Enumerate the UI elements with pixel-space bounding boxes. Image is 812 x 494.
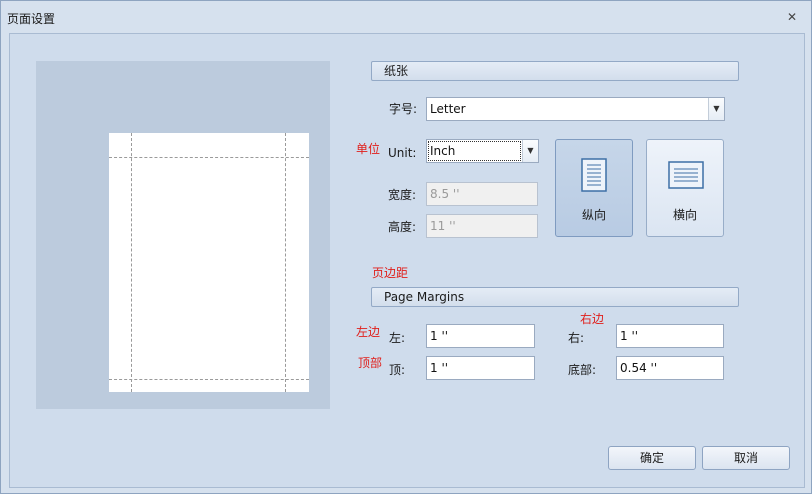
landscape-label: 横向 (672, 208, 697, 222)
unit-annotation: 单位 (356, 142, 381, 156)
cancel-button[interactable]: 取消 (702, 446, 790, 470)
size-label: 字号: (389, 102, 418, 116)
paper-section-header: 纸张 (371, 61, 739, 81)
page-preview-area (36, 61, 330, 409)
right-label: 右: (568, 331, 585, 345)
unit-label: Unit: (388, 146, 417, 160)
paper-preview (109, 133, 309, 392)
width-label: 宽度: (388, 188, 417, 202)
chevron-down-icon[interactable]: ▼ (522, 140, 538, 162)
title-bar: 页面设置 ✕ (1, 1, 811, 33)
bottom-margin-input[interactable]: 0.54 '' (616, 356, 724, 380)
bottom-label: 底部: (568, 363, 597, 377)
left-label: 左: (389, 331, 406, 345)
page-setup-dialog: 页面设置 ✕ 纸张 字号: Letter ▼ 单位 Unit: Inch ▼ 宽… (0, 0, 812, 494)
paper-size-select[interactable]: Letter ▼ (426, 97, 725, 121)
portrait-icon (581, 158, 607, 192)
top-margin-input[interactable]: 1 '' (426, 356, 535, 380)
close-icon[interactable]: ✕ (785, 10, 799, 24)
left-margin-guide (131, 133, 132, 392)
left-annotation: 左边 (356, 325, 381, 339)
unit-value: Inch (430, 144, 456, 158)
left-margin-input[interactable]: 1 '' (426, 324, 535, 348)
chevron-down-icon[interactable]: ▼ (708, 98, 724, 120)
height-field: 11 '' (426, 214, 538, 238)
landscape-icon (668, 161, 704, 189)
right-margin-input[interactable]: 1 '' (616, 324, 724, 348)
dialog-content: 纸张 字号: Letter ▼ 单位 Unit: Inch ▼ 宽度: 8.5 … (9, 33, 805, 488)
unit-select[interactable]: Inch ▼ (426, 139, 539, 163)
margins-section-header: Page Margins (371, 287, 739, 307)
right-annotation: 右边 (580, 312, 605, 326)
height-label: 高度: (388, 220, 417, 234)
paper-size-value: Letter (430, 102, 466, 116)
top-margin-guide (109, 157, 309, 158)
top-annotation: 顶部 (358, 356, 383, 370)
dialog-title: 页面设置 (7, 12, 56, 26)
portrait-button[interactable]: 纵向 (555, 139, 633, 237)
right-margin-guide (285, 133, 286, 392)
width-field: 8.5 '' (426, 182, 538, 206)
portrait-label: 纵向 (581, 208, 606, 222)
bottom-margin-guide (109, 379, 309, 380)
ok-button[interactable]: 确定 (608, 446, 696, 470)
top-label: 顶: (389, 363, 406, 377)
landscape-button[interactable]: 横向 (646, 139, 724, 237)
margins-annotation: 页边距 (372, 266, 409, 280)
